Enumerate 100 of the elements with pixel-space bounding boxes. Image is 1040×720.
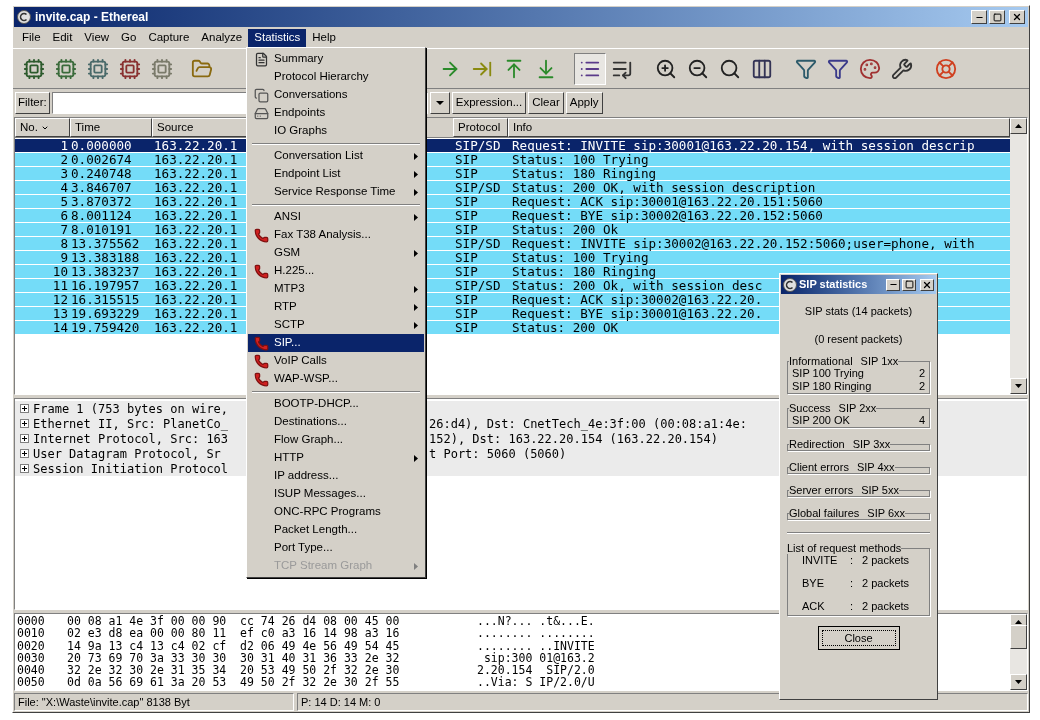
scroll-thumb[interactable] [1010,625,1027,649]
table-cell-text: SIP/SD [454,279,502,292]
table-cell-text: 8.010191 [70,223,133,236]
list-icon[interactable] [574,52,606,85]
tree-text: User Datagram Protocol, Sr [33,445,222,463]
menu-entry[interactable]: Packet Length... [248,521,424,539]
maximize-button[interactable] [902,278,916,291]
table-cell-text: 163.22.20.1 [153,209,239,222]
expand-icon[interactable] [19,419,29,428]
table-cell-text: 4 [59,181,69,194]
method-separator: : [850,577,855,590]
expand-icon[interactable] [19,449,29,458]
menu-entry[interactable]: ONC-RPC Programs [248,503,424,521]
maximize-button[interactable] [989,10,1005,24]
method-name: BYE [802,577,825,590]
menu-item[interactable]: Edit [46,28,79,47]
menu-item[interactable]: Capture [142,28,196,47]
caret-icon [435,101,444,105]
table-cell-text: 163.22.20.1 [153,237,239,250]
phone-icon [253,371,269,387]
tree-text: Frame 1 (753 bytes on wire, [33,400,230,418]
menu-item[interactable]: View [78,28,116,47]
menu-item[interactable]: Go [115,28,143,47]
menu-entry[interactable]: SIP... [248,334,424,352]
table-cell-text: Status: 100 Trying [511,153,649,166]
menu-item[interactable]: File [16,28,47,47]
table-cell-text: 163.22.20.1 [153,279,239,292]
table-cell-text: 8 [59,237,69,250]
menu-entry[interactable]: VoIP Calls [248,352,424,370]
submenu-arrow-icon [414,188,418,196]
tree-text: Ethernet II, Src: PlanetCo_ [33,416,230,433]
submenu-arrow-icon [414,303,418,311]
menu-entry[interactable]: H.225... [248,262,424,280]
byte-offset: 0020 [17,639,46,652]
group-code: SIP 2xx [838,402,877,414]
close-dialog-button[interactable]: Close [817,626,900,650]
table-cell-text: 163.22.20.1 [153,265,239,278]
dropdown-button[interactable] [429,92,450,114]
scrollbar[interactable] [1010,118,1027,394]
stat-label: SIP 200 OK [792,414,850,427]
menu-entry[interactable]: WAP-WSP... [248,370,424,388]
table-cell-text: 9 [59,251,69,264]
tree-text: Session Initiation Protocol [33,461,230,478]
menu-item[interactable]: Analyze [195,28,249,47]
group-code: SIP 6xx [867,507,906,519]
filter-button[interactable]: Apply [565,92,603,114]
table-cell-text: 163.22.20.1 [153,195,239,208]
column-header[interactable]: Protocol [453,118,508,137]
scroll-down-icon [1015,384,1022,388]
submenu-arrow-icon [414,321,418,329]
menu-entry[interactable]: Summary [248,50,424,68]
table-cell-text: SIP/SD [454,181,502,194]
table-cell-text: 3.870372 [70,195,133,208]
column-header[interactable]: Info [508,118,1010,137]
menu-entry[interactable]: Destinations... [248,413,424,431]
group-title: Global failures [789,507,860,519]
minimize-button[interactable] [971,10,987,24]
app-icon [783,277,797,292]
hex-bytes: 00 08 a1 4e 3f 00 00 90 cc 74 26 d4 08 00 45 00 [67,615,401,628]
maximize-icon [992,12,1002,22]
menu-entry[interactable]: Conversations [248,86,424,104]
close-button[interactable] [1009,10,1025,24]
minimize-button[interactable] [886,278,900,291]
table-cell-text: Request: INVITE sip:30002@163.22.20.152:5060;user=phone, with [511,237,975,250]
window-title: invite.cap - Ethereal [35,9,149,26]
table-cell-text: 163.22.20.1 [153,321,239,334]
menu-item[interactable]: Statistics [248,28,307,47]
table-cell-text: 6 [59,209,69,222]
expand-icon[interactable] [19,434,29,443]
hex-bytes: 02 e3 d8 ea 00 00 80 11 ef c0 a3 16 14 98 a3 16 [67,627,401,640]
table-cell-text: 19.693229 [70,307,141,320]
byte-offset: 0040 [17,664,46,677]
group-title: Success [789,402,831,414]
table-cell-text: 3.846707 [70,181,133,194]
menu-item[interactable]: Help [306,28,342,47]
ascii-bytes: ........ ........ [477,627,595,640]
expand-icon[interactable] [19,464,29,473]
menu-entry[interactable]: Endpoint List [248,165,424,183]
table-cell-text: Status: 200 OK, with session description [511,181,816,194]
table-cell-text: 16.315515 [70,293,141,306]
filter-button[interactable]: Clear [528,92,564,114]
column-header[interactable]: Time [70,118,152,137]
filter-button[interactable]: Expression... [451,92,527,114]
close-icon [922,279,932,290]
close-button[interactable] [920,278,934,291]
expand-icon[interactable] [19,404,29,413]
table-cell-text: SIP [454,195,479,208]
menu-entry[interactable]: ISUP Messages... [248,485,424,503]
stat-count: 2 [918,367,925,380]
column-header[interactable]: No. [15,118,70,137]
table-cell-text: SIP/SD [454,237,502,250]
table-cell-text: Request: ACK sip:30001@163.22.20.151:5060 [511,195,823,208]
hex-bytes: 32 2e 32 30 2e 31 35 34 20 53 49 50 2f 32 2e 30 [67,664,401,677]
scrollbar[interactable] [1010,614,1027,690]
table-cell-text: Status: 200 Ok [511,223,619,236]
submenu-arrow-icon [414,152,418,160]
menu-entry[interactable]: Protocol Hierarchy [248,68,424,86]
menu-entry[interactable]: Flow Graph... [248,431,424,449]
menu-entry[interactable]: Port Type... [248,539,424,557]
table-cell-text: 163.22.20.1 [153,153,239,166]
